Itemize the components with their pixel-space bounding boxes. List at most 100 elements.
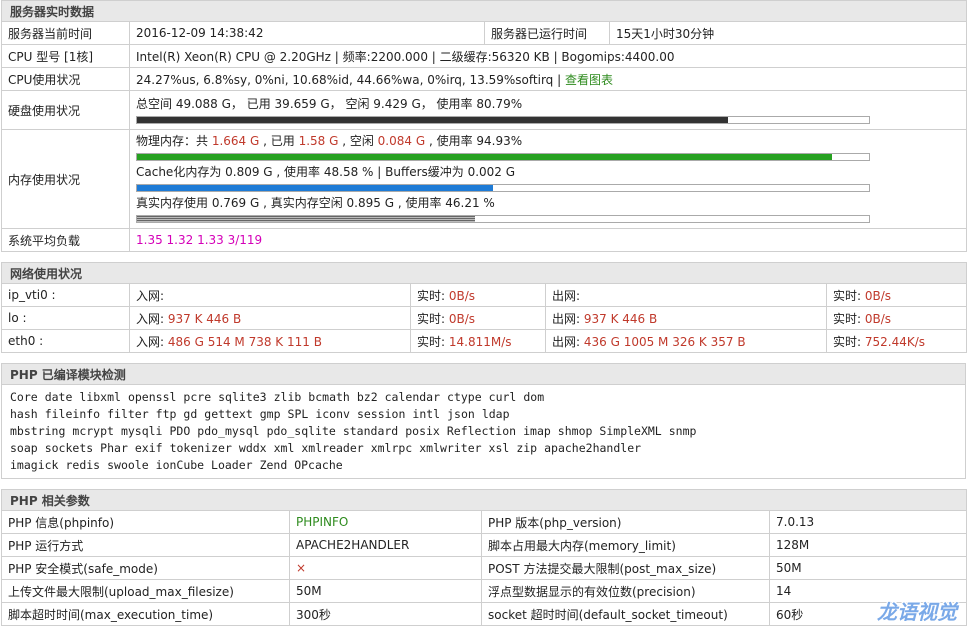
module-item: bcmath [308,390,350,404]
iface-out: 出网: [545,283,827,307]
mem-phys-prefix: 物理内存：共 [136,133,212,148]
iface-in-rt: 实时: 0B/s [410,306,546,330]
iface-in-rt: 实时: 14.811M/s [410,329,546,353]
param-label: socket 超时时间(default_socket_timeout) [481,602,770,626]
mem-cell: 物理内存：共 1.664 G , 已用 1.58 G , 空闲 0.084 G … [128,129,967,229]
mem-real-fill [137,215,476,222]
params-section-title: PHP 相关参数 [1,489,967,511]
mem-phys-text: 物理内存：共 1.664 G , 已用 1.58 G , 空闲 0.084 G … [136,133,960,149]
network-row: eth0 : 入网: 486 G 514 M 738 K 111 B 实时: 14.… [1,329,967,353]
cpu-usage-value: 24.27%us, 6.8%sy, 0%ni, 10.68%id, 44.66%… [136,72,565,87]
server-section-title: 服务器实时数据 [0,0,967,22]
disk-usage-bar [136,115,870,124]
out-rt-value: 0B/s [864,311,892,326]
in-rt-value: 0B/s [448,311,476,326]
disk-usage-fill [137,116,729,123]
module-item: ldap [481,407,510,421]
module-item: xmlwriter [419,441,482,455]
modules-line: mbstring mcrypt mysqli PDO pdo_mysql pdo_sqli… [10,423,957,440]
module-item: gettext [204,407,253,421]
module-item: gd [183,407,198,421]
module-item: SimpleXML [599,424,662,438]
uptime-value: 15天1小时30分钟 [608,21,967,45]
module-item: posix [405,424,440,438]
network-section-title: 网络使用状况 [0,262,967,284]
module-item: intl [412,407,441,421]
mem-cache-text: Cache化内存为 0.809 G , 使用率 48.58 % | Buffer… [136,164,516,179]
modules-table: PHP 已编译模块检测 Core date libxml openssl pcre sql… [1,363,966,479]
cpu-usage-label: CPU使用状况 [1,67,130,91]
param-row: PHP 运行方式 APACHE2HANDLER 脚本占用最大内存(memory_li… [1,533,967,557]
out-label: 出网: [552,311,584,326]
param-value: × [289,556,482,580]
in-rt-value: 0B/s [448,288,476,303]
rt-label: 实时: [417,311,449,326]
out-rt-value: 0B/s [864,288,892,303]
module-item: filter [107,407,149,421]
param-label: 脚本超时时间(max_execution_time) [1,602,290,626]
param-value: 50M [769,556,967,580]
out-value: 937 K 446 B [583,311,658,326]
iface-out-rt: 实时: 752.44K/s [825,329,967,353]
mem-phys-used: 1.58 G [298,133,339,148]
modules-list: Core date libxml openssl pcre sqlite3 zlib bcma… [1,384,966,479]
param-value: 300秒 [289,602,482,626]
param-label: 脚本占用最大内存(memory_limit) [481,533,770,557]
mem-phys-total: 1.664 G [211,133,260,148]
module-item: imap [523,424,551,438]
param-label: PHP 版本(php_version) [481,510,770,534]
iface-out: 出网: 436 G 1005 M 326 K 357 B [545,329,827,353]
params-table: PHP 相关参数 PHP 信息(phpinfo) PHPINFO PHP 版本(ph… [1,489,967,626]
disk-cell: 总空间 49.088 G， 已用 39.659 G， 空闲 9.429 G， 使… [128,90,967,130]
mem-phys-free: 0.084 G [377,133,426,148]
server-time-label: 服务器当前时间 [1,21,130,45]
cpu-model-label: CPU 型号 [1核] [1,44,130,68]
param-value: APACHE2HANDLER [289,533,482,557]
iface-name: ip_vti0 : [1,283,130,307]
module-item: redis [65,458,101,472]
in-label: 入网: [136,288,165,303]
param-label: PHP 安全模式(safe_mode) [1,556,290,580]
out-value: 436 G 1005 M 326 K 357 B [583,334,746,349]
module-item: wddx [238,441,267,455]
param-value[interactable]: PHPINFO [289,510,482,534]
server-realtime-table: 服务器实时数据 服务器当前时间 2016-12-09 14:38:42 服务器已… [0,0,967,252]
iface-in: 入网: [129,283,411,307]
module-item: SPL [287,407,309,421]
module-item: pdo_sqlite [266,424,336,438]
load-label: 系统平均负载 [1,228,130,252]
load-value: 1.35 1.32 1.33 3/119 [128,228,967,252]
modules-line: hash fileinfo filter ftp gd gettext gmp SPL icon… [10,406,957,423]
module-item: pdo_mysql [197,424,260,438]
in-label: 入网: [136,334,168,349]
modules-line: soap sockets Phar exif tokenizer wddx xml xmlre… [10,440,957,457]
module-item: snmp [668,424,697,438]
param-label: POST 方法提交最大限制(post_max_size) [481,556,770,580]
network-table: 网络使用状况 ip_vti0 : 入网: 实时: 0B/s 出网: 实时: 0B/s… [0,262,967,353]
param-row: 上传文件最大限制(upload_max_filesize) 50M 浮点型数据显示的… [1,579,967,603]
module-item: json [447,407,475,421]
module-item: swoole [107,458,149,472]
modules-line: imagick redis swoole ionCube Loader Zend OPc… [10,457,957,474]
mem-phys-free-prefix: , 空闲 [338,133,378,148]
param-value: 7.0.13 [769,510,967,534]
module-item: shmop [557,424,593,438]
module-item: openssl [127,390,177,404]
module-item: calendar [384,390,441,404]
param-value: 128M [769,533,967,557]
cpu-chart-link[interactable]: 查看图表 [565,73,613,87]
module-item: fileinfo [44,407,101,421]
network-row: ip_vti0 : 入网: 实时: 0B/s 出网: 实时: 0B/s [1,283,967,307]
mem-real-bar [136,214,870,223]
mem-phys-fill [137,153,832,160]
cpu-usage-cell: 24.27%us, 6.8%sy, 0%ni, 10.68%id, 44.66%… [128,67,967,91]
in-value: 486 G 514 M 738 K 111 B [167,334,322,349]
module-item: zip [516,441,538,455]
param-label: 上传文件最大限制(upload_max_filesize) [1,579,290,603]
param-value: 50M [289,579,482,603]
in-label: 入网: [136,311,168,326]
param-label: PHP 信息(phpinfo) [1,510,290,534]
mem-real-text: 真实内存使用 0.769 G , 真实内存空闲 0.895 G , 使用率 46… [136,195,495,210]
module-item: imagick [10,458,59,472]
module-item: libxml [79,390,121,404]
